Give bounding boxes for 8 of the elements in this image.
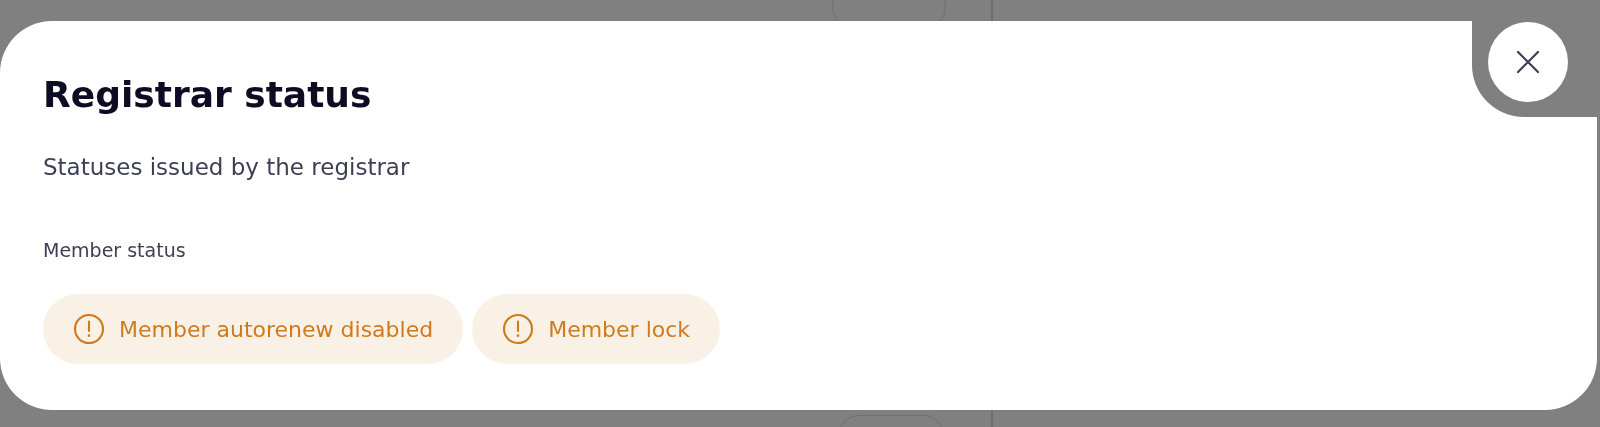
- status-label: Member lock: [548, 316, 691, 342]
- warning-icon: [73, 313, 105, 345]
- dialog-subtitle: Statuses issued by the registrar: [43, 153, 410, 182]
- warning-icon: [502, 313, 535, 345]
- status-label: Member autorenew disabled: [119, 316, 434, 342]
- dialog-title: Registrar status: [43, 73, 372, 117]
- section-label: Member status: [43, 238, 186, 263]
- close-icon: [1516, 50, 1540, 74]
